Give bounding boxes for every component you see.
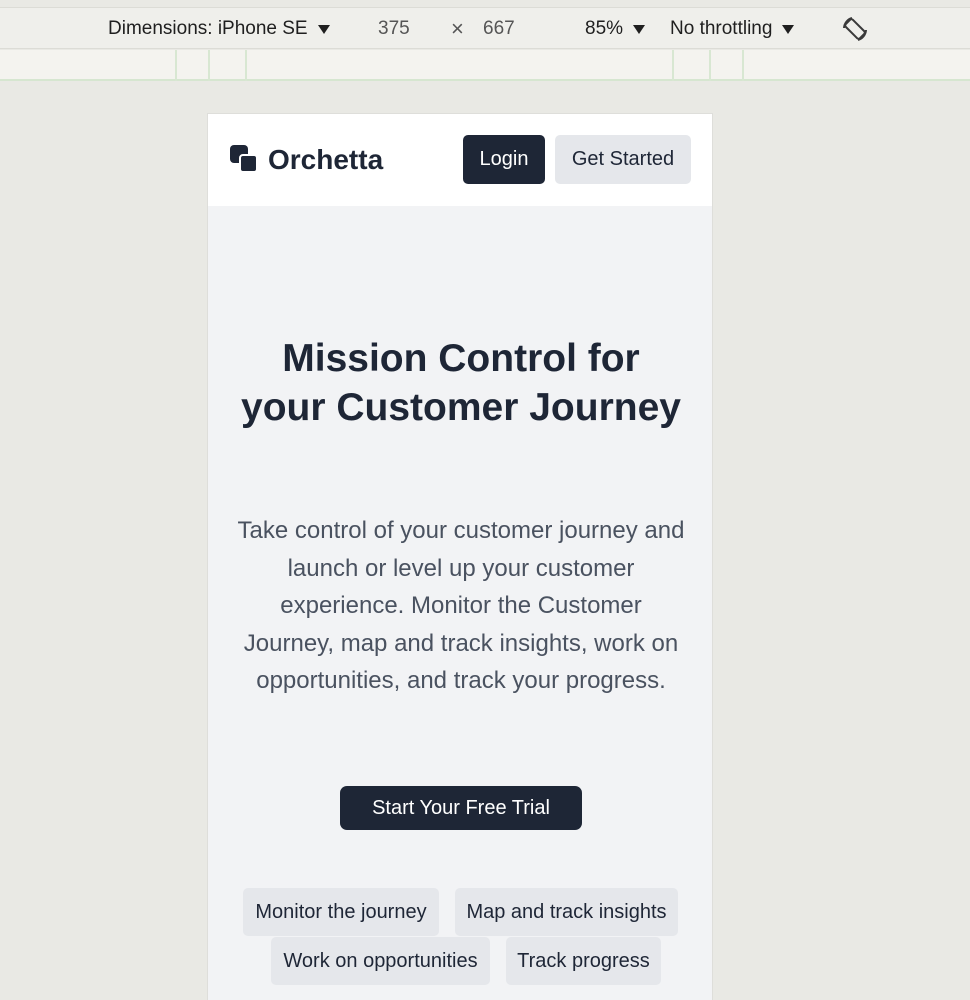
feature-pill-opportunities[interactable]: Work on opportunities: [271, 937, 490, 985]
ruler-tick: [175, 50, 177, 81]
ruler-tick: [208, 50, 210, 81]
device-toolbar: Dimensions: iPhone SE 375 × 667 85% No t…: [0, 7, 970, 49]
login-button[interactable]: Login: [463, 135, 545, 184]
ruler-tick: [245, 50, 247, 81]
feature-pill-monitor[interactable]: Monitor the journey: [243, 888, 439, 936]
zoom-dropdown[interactable]: 85%: [585, 8, 646, 50]
dimensions-dropdown[interactable]: Dimensions: iPhone SE: [108, 8, 330, 50]
hero-title: Mission Control for your Customer Journe…: [241, 337, 681, 429]
device-viewport: Orchetta Login Get Started Mission Contr…: [207, 113, 713, 1000]
throttling-label: No throttling: [670, 18, 773, 39]
caret-down-icon: [317, 24, 330, 34]
site-header: Orchetta Login Get Started: [208, 114, 712, 206]
ruler-tick: [742, 50, 744, 81]
media-query-ruler[interactable]: [0, 50, 970, 81]
zoom-label: 85%: [585, 18, 624, 39]
dimensions-label: Dimensions: iPhone SE: [108, 18, 308, 39]
feature-pill-insights[interactable]: Map and track insights: [455, 888, 678, 936]
ruler-tick: [672, 50, 674, 81]
get-started-button[interactable]: Get Started: [555, 135, 691, 184]
brand-name: Orchetta: [268, 144, 384, 175]
brand[interactable]: Orchetta: [230, 144, 383, 176]
rotate-icon[interactable]: [840, 14, 870, 44]
height-input[interactable]: 667: [483, 8, 515, 50]
ruler-tick: [709, 50, 711, 81]
times-icon: ×: [451, 16, 464, 41]
caret-down-icon: [633, 24, 646, 34]
hero-description: Take control of your customer journey an…: [237, 517, 685, 695]
overlapping-squares-logo-icon: [230, 145, 260, 175]
feature-pill-progress[interactable]: Track progress: [506, 937, 661, 985]
caret-down-icon: [782, 24, 795, 34]
throttling-dropdown[interactable]: No throttling: [670, 8, 795, 50]
width-input[interactable]: 375: [378, 8, 410, 50]
start-free-trial-button[interactable]: Start Your Free Trial: [340, 786, 582, 830]
